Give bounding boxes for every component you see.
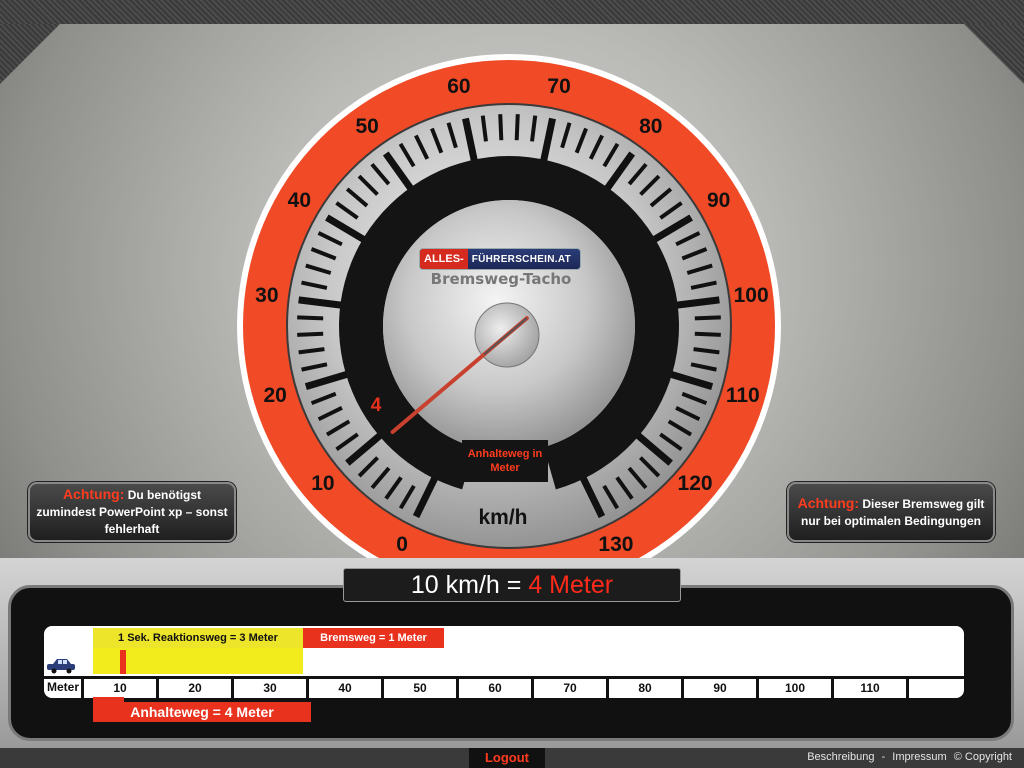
scale-label: 50 [381,679,456,698]
reaktionsweg-label: 1 Sek. Reaktionsweg = 3 Meter [93,628,303,648]
scale-label: 110 [831,679,906,698]
gauge-minor-tick [694,315,721,321]
gauge-label: 70 [547,75,571,99]
gauge-label: 20 [263,383,287,407]
footer-links: Beschreibung - Impressum © Copyright [803,751,1012,763]
result-equals: = [499,571,529,599]
note-left: Achtung: Du benötigst zumindest PowerPoi… [28,482,236,542]
note-left-body: Achtung: Du benötigst zumindest PowerPoi… [36,486,228,538]
gauge-minor-tick [694,331,721,337]
gauge-label: 60 [447,75,471,99]
gauge-label: 90 [706,189,731,213]
logo-part-alles: ALLES- [420,249,468,269]
scale-end-tick [906,679,939,698]
corner-decoration-right [964,24,1024,84]
note-left-title: Achtung: [62,486,125,502]
corner-decoration-left [0,24,60,84]
gauge-minor-tick [297,331,324,337]
scale-label: 70 [531,679,606,698]
scale-label: 90 [681,679,756,698]
scale-label: 40 [306,679,381,698]
gauge-label: 10 [311,471,335,495]
anhalteweg-box: Anhalteweg in Meter [462,440,548,482]
note-right-title: Achtung: [797,494,860,511]
gauge-label: 80 [639,115,663,139]
gauge-label: 30 [255,283,279,307]
logout-button[interactable]: Logout [469,748,545,768]
gauge-minor-tick [514,114,520,141]
result-display: 10 km/h = 4 Meter [343,568,681,602]
scale-label: 20 [156,679,231,698]
note-right-body: Achtung: Dieser Bremsweg gilt nur bei op… [795,495,987,530]
scale-label: 10 [81,679,156,698]
meter-scale: 10 20 30 40 50 60 70 80 90 100 110 [44,676,964,698]
top-strip [0,0,1024,24]
result-distance: 4 Meter [528,571,614,599]
gauge-label: 40 [287,189,312,213]
copyright-link[interactable]: © Copyright [954,751,1012,763]
alles-fuehrerschein-logo: ALLES- FÜHRERSCHEIN.AT [419,248,581,270]
scale-label: 60 [456,679,531,698]
car-icon [47,659,75,674]
anhalteweg-box-label: Anhalteweg in Meter [467,448,543,474]
bremsweg-label: Bremsweg = 1 Meter [303,628,444,648]
needle-value: 4 [370,395,382,416]
gauge-minor-tick [498,114,504,141]
gauge-label: 100 [733,283,769,307]
footer-separator: - [881,751,886,763]
bremsweg-marker [120,650,126,674]
gauge-label: 120 [677,471,713,495]
meter-label: Meter [47,680,80,694]
gauge-label: 0 [396,533,408,557]
impressum-link[interactable]: Impressum [892,751,946,763]
scale-label: 30 [231,679,306,698]
logo-part-fuehrerschein: FÜHRERSCHEIN.AT [471,253,572,265]
gauge-label: 50 [355,115,379,139]
beschreibung-link[interactable]: Beschreibung [807,751,874,763]
scale-label: 100 [756,679,831,698]
tacho-title: Bremsweg-Tacho [430,270,572,288]
scale-label: 80 [606,679,681,698]
speed-unit: km/h [478,506,528,529]
gauge-minor-tick [297,315,324,321]
gauge-label: 130 [598,533,634,557]
gauge-label: 110 [725,383,760,407]
anhalteweg-total-bar: Anhalteweg = 4 Meter [93,697,311,722]
note-right: Achtung: Dieser Bremsweg gilt nur bei op… [787,482,995,542]
result-speed: 10 km/h [410,571,500,599]
